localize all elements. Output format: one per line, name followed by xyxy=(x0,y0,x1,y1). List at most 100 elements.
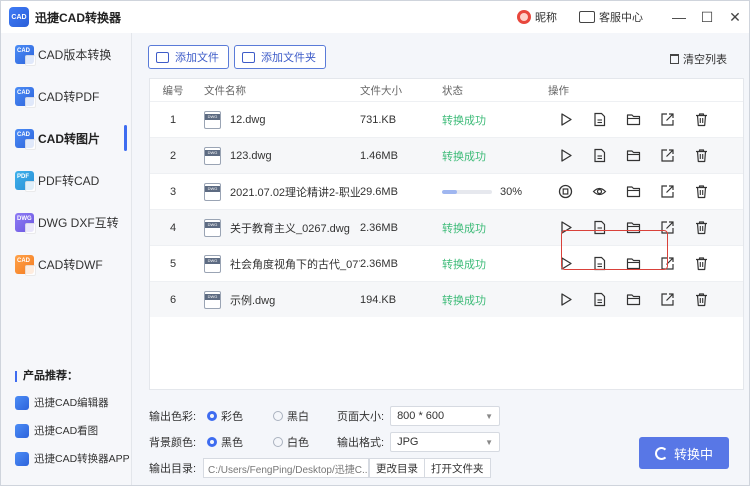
color-radio-color[interactable] xyxy=(207,411,217,421)
sidebar-item-4[interactable]: DWG DWG DXF互转 xyxy=(1,201,131,243)
export-button[interactable] xyxy=(650,141,684,171)
nav-icon-tag: DWG xyxy=(17,215,32,222)
delete-button[interactable] xyxy=(684,105,718,135)
sidebar-item-label: CAD版本转换 xyxy=(38,47,112,62)
delete-button[interactable] xyxy=(684,141,718,171)
row-number: 5 xyxy=(169,257,177,270)
table-row[interactable]: 1 DWG 12.dwg 731.KB 转换成功 xyxy=(150,101,743,137)
status-cell: 转换成功 xyxy=(442,220,548,236)
product-item-mobile-app[interactable]: 迅捷CAD转换器APP xyxy=(15,451,130,466)
bg-color-row: 背景颜色: 黑色 白色 输出格式: JPG ▼ xyxy=(149,432,501,452)
row-actions xyxy=(548,285,743,315)
product-item-viewer[interactable]: 迅捷CAD看图 xyxy=(15,423,98,438)
add-folder-button[interactable]: 添加文件夹 xyxy=(234,45,326,69)
table-row[interactable]: 6 DWG 示例.dwg 194.KB 转换成功 xyxy=(150,281,743,317)
nav-icon-tag: CAD xyxy=(17,257,30,264)
row-actions xyxy=(548,141,743,171)
file-name: 2021.07.02理论精讲2-职业... xyxy=(230,186,360,199)
stop-button[interactable] xyxy=(548,177,582,207)
export-button[interactable] xyxy=(650,285,684,315)
nav-icon-tag: CAD xyxy=(17,47,30,54)
color-label: 输出色彩: xyxy=(149,411,197,423)
app-title: 迅捷CAD转换器 xyxy=(35,10,121,25)
delete-icon xyxy=(695,221,707,235)
file-detail-icon xyxy=(593,148,605,163)
service-center-button[interactable]: 客服中心 xyxy=(579,9,643,25)
maximize-button[interactable]: ☐ xyxy=(693,9,721,26)
trash-icon xyxy=(670,54,679,64)
open-folder-icon xyxy=(626,294,640,306)
sidebar: CAD CAD版本转换 CAD CAD转PDF CAD CAD转图片 PDF PDF转CAD D… xyxy=(1,33,132,485)
file-detail-button[interactable] xyxy=(582,105,616,135)
file-name: 12.dwg xyxy=(230,113,266,126)
bg-radio-white[interactable] xyxy=(273,437,283,447)
nav-icon-tag: CAD xyxy=(17,131,30,138)
sidebar-item-3[interactable]: PDF PDF转CAD xyxy=(1,159,131,201)
sidebar-item-5[interactable]: CAD CAD转DWF xyxy=(1,243,131,285)
file-name: 关于教育主义_0267.dwg xyxy=(230,222,350,235)
dwg-file-icon-tag: DWG xyxy=(205,113,220,120)
open-folder-button[interactable] xyxy=(616,177,650,207)
progress-fill xyxy=(442,189,457,194)
play-button[interactable] xyxy=(548,105,582,135)
status-text: 转换成功 xyxy=(442,294,486,307)
file-detail-button[interactable] xyxy=(582,141,616,171)
file-detail-button[interactable] xyxy=(582,285,616,315)
change-dir-button[interactable]: 更改目录 xyxy=(369,458,425,478)
close-button[interactable]: ✕ xyxy=(721,9,749,26)
bg-option-label: 白色 xyxy=(287,437,309,449)
service-center-label: 客服中心 xyxy=(599,12,643,24)
delete-button[interactable] xyxy=(684,177,718,207)
page-size-select[interactable]: 800 * 600 ▼ xyxy=(390,406,501,426)
sidebar-item-2[interactable]: CAD CAD转图片 xyxy=(1,117,131,159)
minimize-button[interactable]: — xyxy=(665,9,693,25)
header-ops: 操作 xyxy=(548,84,569,97)
play-button[interactable] xyxy=(548,141,582,171)
sidebar-item-1[interactable]: CAD CAD转PDF xyxy=(1,75,131,117)
delete-icon xyxy=(695,257,707,271)
table-row[interactable]: 3 DWG 2021.07.02理论精讲2-职业... 29.6MB 30% xyxy=(150,173,743,209)
clear-list-button[interactable]: 清空列表 xyxy=(670,51,727,67)
dwg-file-icon: DWG xyxy=(204,218,221,237)
dwg-file-icon: DWG xyxy=(204,110,221,129)
play-button[interactable] xyxy=(548,285,582,315)
export-icon xyxy=(660,149,674,162)
bg-radio-black[interactable] xyxy=(207,437,217,447)
file-detail-icon xyxy=(593,112,605,127)
product-item-editor[interactable]: 迅捷CAD编辑器 xyxy=(15,395,109,410)
chevron-down-icon: ▼ xyxy=(485,411,494,421)
nickname-button[interactable]: 昵称 xyxy=(517,9,557,25)
file-size: 731.KB xyxy=(360,113,397,126)
nav-icon-tag: CAD xyxy=(17,89,30,96)
format-select[interactable]: JPG ▼ xyxy=(390,432,501,452)
export-button[interactable] xyxy=(650,177,684,207)
delete-button[interactable] xyxy=(684,249,718,279)
table-row[interactable]: 2 DWG 123.dwg 1.46MB 转换成功 xyxy=(150,137,743,173)
open-folder-button[interactable] xyxy=(616,105,650,135)
color-radio-bw[interactable] xyxy=(273,411,283,421)
convert-button[interactable]: 转换中 xyxy=(639,437,729,469)
format-value: JPG xyxy=(397,436,419,448)
open-folder-button[interactable] xyxy=(616,285,650,315)
cad-converter-app-icon xyxy=(15,451,29,466)
status-text: 转换成功 xyxy=(442,258,486,271)
delete-icon xyxy=(695,149,707,163)
delete-button[interactable] xyxy=(684,285,718,315)
title-bar: CAD 迅捷CAD转换器 昵称 客服中心 — ☐ ✕ xyxy=(1,1,749,33)
dwg-file-icon-tag: DWG xyxy=(205,221,220,228)
row-number: 4 xyxy=(169,221,177,234)
delete-button[interactable] xyxy=(684,213,718,243)
sidebar-item-0[interactable]: CAD CAD版本转换 xyxy=(1,33,131,75)
export-button[interactable] xyxy=(650,105,684,135)
status-cell: 30% xyxy=(442,186,548,198)
stop-icon xyxy=(558,184,572,199)
color-row: 输出色彩: 彩色 黑白 页面大小: 800 * 600 ▼ xyxy=(149,406,501,426)
sidebar-item-label: DWG DXF互转 xyxy=(38,215,119,230)
output-dir-input[interactable]: C:/Users/FengPing/Desktop/迅捷C... xyxy=(203,458,369,478)
open-folder-button[interactable]: 打开文件夹 xyxy=(425,458,491,478)
preview-button[interactable] xyxy=(582,177,616,207)
open-folder-button[interactable] xyxy=(616,141,650,171)
open-folder-icon xyxy=(626,186,640,198)
add-file-button[interactable]: 添加文件 xyxy=(148,45,229,69)
file-name-cell: DWG 社会角度视角下的古代_0771... xyxy=(196,254,360,273)
